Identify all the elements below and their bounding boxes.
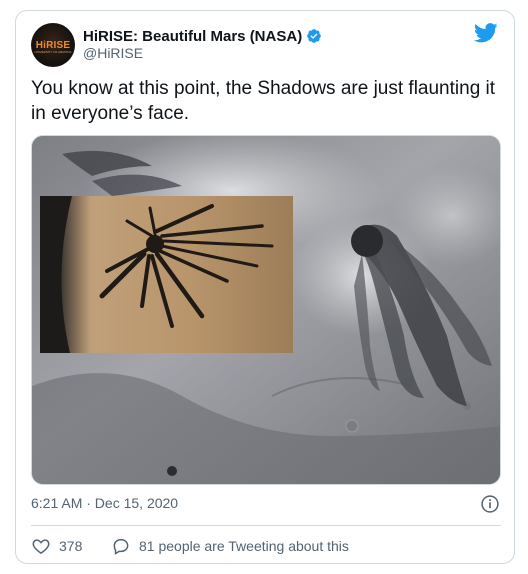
tweet-image[interactable]	[31, 135, 501, 485]
author-name-row: HiRISE: Beautiful Mars (NASA)	[83, 26, 322, 46]
like-count: 378	[59, 538, 83, 554]
tweet-timestamp[interactable]: 6:21 AM · Dec 15, 2020	[31, 495, 178, 511]
info-icon[interactable]	[480, 494, 500, 514]
tweet-card: HiRISE UNIVERSITY OF ARIZONA HiRISE: Bea…	[15, 10, 515, 564]
heart-icon	[32, 539, 50, 554]
avatar-logo-text: HiRISE	[35, 39, 71, 51]
avatar[interactable]: HiRISE UNIVERSITY OF ARIZONA	[31, 23, 75, 67]
author-display-name[interactable]: HiRISE: Beautiful Mars (NASA)	[83, 28, 302, 45]
speech-bubble-icon	[113, 539, 129, 555]
verified-badge-icon	[307, 29, 322, 43]
twitter-bird-icon[interactable]	[474, 23, 498, 43]
conversation-count: 81 people are Tweeting about this	[139, 538, 349, 554]
mars-surface-image	[32, 136, 500, 484]
tweet-text: You know at this point, the Shadows are …	[31, 78, 496, 124]
avatar-logo-tag: UNIVERSITY OF ARIZONA	[34, 50, 72, 54]
divider	[31, 525, 501, 526]
conversation-link[interactable]: 81 people are Tweeting about this	[111, 535, 349, 557]
author-handle[interactable]: @HiRISE	[83, 45, 143, 61]
like-button[interactable]: 378	[31, 535, 82, 557]
inset-image	[40, 196, 293, 353]
